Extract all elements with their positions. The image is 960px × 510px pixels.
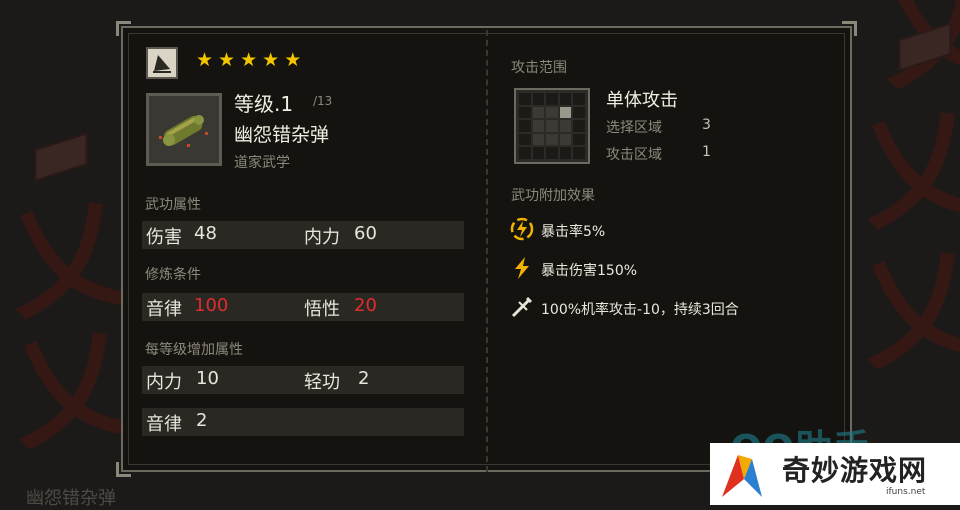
attribute-label: 内力: [304, 227, 340, 248]
per-level-value: 10: [196, 368, 219, 389]
requirement-value: 20: [354, 295, 377, 316]
background-book-icon: [34, 132, 88, 182]
range-title: 单体攻击: [606, 90, 678, 111]
attack-area-value: 1: [702, 144, 711, 160]
skill-level-max: /13: [313, 94, 333, 108]
range-section-label: 攻击范围: [511, 60, 567, 76]
skill-name: 幽怨错杂弹: [234, 124, 330, 146]
skill-level: 等级.1: [234, 92, 294, 116]
attribute-value: 60: [354, 223, 377, 244]
requirement-value: 100: [194, 295, 229, 316]
site-logo: 奇妙游戏网 ifuns.net: [710, 443, 960, 505]
attribute-value: 48: [194, 223, 217, 244]
background-glyph: 乂: [850, 231, 960, 388]
per-level-value: 2: [196, 410, 208, 431]
attribute-label: 伤害: [146, 227, 182, 248]
star-icon: ★: [196, 49, 214, 71]
effect-text: 暴击率5%: [541, 224, 606, 240]
star-icon: ★: [218, 49, 236, 71]
crossed-swords-icon: [511, 296, 533, 318]
attributes-section-label: 武功属性: [145, 197, 201, 213]
star-icon: ★: [240, 49, 258, 71]
background-glyph: 乂: [2, 311, 142, 468]
requirement-label: 音律: [146, 299, 182, 320]
per-level-value: 2: [358, 368, 370, 389]
attributes-row: 伤害 48 内力 60: [142, 221, 464, 249]
skill-item-slot[interactable]: [146, 93, 222, 166]
effect-text: 100%机率攻击-10，持续3回合: [541, 302, 739, 318]
attack-range-grid: [514, 88, 590, 164]
select-area-label: 选择区域: [606, 120, 662, 136]
site-logo-url: ifuns.net: [886, 487, 926, 497]
lightning-icon: [515, 257, 529, 279]
scroll-icon: [159, 115, 208, 147]
background-glyph: 乂: [850, 91, 960, 248]
rarity-stars: ★ ★ ★ ★ ★: [196, 51, 301, 70]
site-logo-text: 奇妙游戏网: [782, 454, 928, 487]
effect-text: 暴击伤害150%: [541, 263, 638, 279]
requirements-section-label: 修炼条件: [145, 267, 201, 283]
requirements-row: 音律 100 悟性 20: [142, 293, 464, 321]
star-icon: ★: [284, 49, 302, 71]
background-glyph: 乂: [0, 181, 138, 338]
per-level-section-label: 每等级增加属性: [145, 342, 243, 358]
skill-school: 道家武学: [234, 155, 290, 171]
select-area-value: 3: [702, 117, 711, 133]
per-level-label: 音律: [146, 414, 182, 435]
site-logo-icon: [722, 455, 762, 497]
weapon-type-icon: [146, 47, 178, 79]
effects-section-label: 武功附加效果: [511, 188, 595, 204]
background-skill-name: 幽怨错杂弹: [26, 488, 116, 509]
star-icon: ★: [262, 49, 280, 71]
per-level-label: 轻功: [304, 372, 340, 393]
per-level-row: 内力 10 轻功 2: [142, 366, 464, 394]
attack-area-label: 攻击区域: [606, 147, 662, 163]
per-level-row: 音律 2: [142, 408, 464, 436]
panel-divider: [486, 30, 488, 472]
per-level-label: 内力: [146, 372, 182, 393]
requirement-label: 悟性: [304, 299, 340, 320]
crit-rate-icon: [510, 217, 534, 241]
